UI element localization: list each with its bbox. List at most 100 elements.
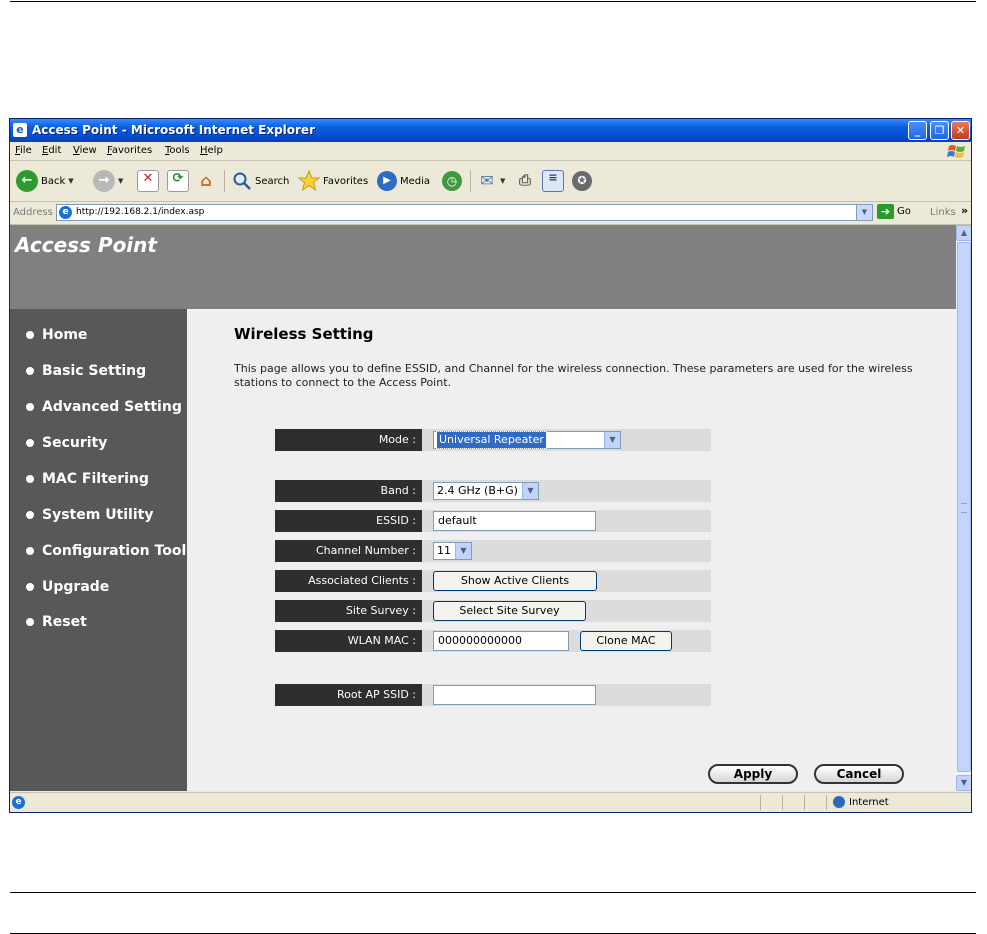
scroll-down-icon[interactable]: ▼	[956, 775, 971, 791]
channel-select[interactable]: 11 ▼	[433, 542, 472, 560]
search-icon	[233, 172, 251, 190]
minimize-button[interactable]: _	[908, 121, 927, 140]
band-select[interactable]: 2.4 GHz (B+G) ▼	[433, 482, 539, 500]
menu-help[interactable]: Help	[200, 145, 223, 156]
title-bar[interactable]: e Access Point - Microsoft Internet Expl…	[10, 119, 971, 142]
toolbar-separator	[224, 170, 225, 192]
band-value: 2.4 GHz (B+G)	[437, 484, 518, 497]
globe-icon	[833, 796, 845, 808]
back-button[interactable]: ← Back ▼	[16, 169, 74, 193]
sidebar-item-mac-filtering[interactable]: MAC Filtering	[26, 471, 149, 487]
root-ap-ssid-label: Root AP SSID :	[275, 684, 422, 706]
status-bar: e Internet	[10, 792, 971, 812]
show-active-clients-button[interactable]: Show Active Clients	[433, 571, 597, 591]
mode-row: Mode : Universal Repeater ▼	[275, 429, 711, 451]
forward-dropdown-icon[interactable]: ▼	[118, 177, 123, 185]
history-button[interactable]: ◷	[442, 169, 462, 193]
mode-value: Universal Repeater	[436, 431, 547, 449]
bullet-icon	[26, 547, 34, 555]
links-label[interactable]: Links	[930, 207, 956, 218]
bullet-icon	[26, 403, 34, 411]
menu-edit[interactable]: Edit	[42, 145, 61, 156]
essid-input[interactable]: default	[433, 511, 596, 531]
page-viewport: Access Point Home Basic Setting Advanced…	[10, 225, 956, 791]
chevron-down-icon[interactable]: ▼	[522, 483, 538, 499]
brand-title: Access Point	[15, 233, 157, 257]
edit-button[interactable]: ≡	[542, 169, 564, 193]
links-chevron-icon[interactable]: »	[961, 204, 968, 217]
sidebar-item-label: System Utility	[42, 507, 154, 523]
sidebar-item-reset[interactable]: Reset	[26, 614, 87, 630]
edit-page-icon: ≡	[542, 170, 564, 192]
back-dropdown-icon[interactable]: ▼	[68, 177, 73, 185]
wlan-mac-input[interactable]: 000000000000	[433, 631, 569, 651]
sidebar-item-label: Advanced Setting	[42, 399, 182, 415]
address-bar: Address e http://192.168.2.1/index.asp ▼…	[10, 202, 971, 225]
menu-tools[interactable]: Tools	[165, 145, 190, 156]
stop-button[interactable]: ✕	[137, 169, 159, 193]
sidebar-item-advanced-setting[interactable]: Advanced Setting	[26, 399, 182, 415]
stop-icon: ✕	[137, 170, 159, 192]
sidebar-item-basic-setting[interactable]: Basic Setting	[26, 363, 146, 379]
select-site-survey-button[interactable]: Select Site Survey	[433, 601, 586, 621]
media-label: Media	[400, 175, 431, 187]
root-ap-ssid-input[interactable]	[433, 685, 596, 705]
cancel-button[interactable]: Cancel	[814, 764, 904, 784]
page-top-rule	[10, 1, 976, 2]
root-ap-ssid-row: Root AP SSID :	[275, 684, 711, 706]
history-icon: ◷	[442, 171, 462, 191]
sidebar-item-label: Basic Setting	[42, 363, 147, 379]
window-title: Access Point - Microsoft Internet Explor…	[32, 123, 315, 137]
sidebar-item-label: Upgrade	[42, 579, 110, 595]
address-input[interactable]: e http://192.168.2.1/index.asp ▼	[56, 204, 873, 221]
browser-window: e Access Point - Microsoft Internet Expl…	[9, 118, 972, 813]
band-row: Band : 2.4 GHz (B+G) ▼	[275, 480, 711, 502]
print-button[interactable]: ⎙	[515, 169, 535, 193]
sidebar-item-configuration-tool[interactable]: Configuration Tool	[26, 543, 186, 559]
wlan-mac-row: WLAN MAC : 000000000000 Clone MAC	[275, 630, 711, 652]
vertical-scrollbar[interactable]: ▲ ▼	[956, 225, 971, 791]
media-icon: ▶	[377, 171, 397, 191]
favorites-button[interactable]: Favorites	[298, 169, 368, 193]
page-icon: e	[59, 206, 72, 219]
mode-select[interactable]: Universal Repeater ▼	[433, 431, 621, 449]
mail-button[interactable]: ✉ ▼	[477, 169, 505, 193]
search-button[interactable]: Search	[232, 169, 289, 193]
sidebar-item-security[interactable]: Security	[26, 435, 107, 451]
close-button[interactable]: ✕	[951, 121, 970, 140]
site-survey-row: Site Survey : Select Site Survey	[275, 600, 711, 622]
maximize-button[interactable]: ❐	[930, 121, 949, 140]
clone-mac-button[interactable]: Clone MAC	[580, 631, 672, 651]
main-content: Wireless Setting This page allows you to…	[187, 309, 956, 791]
status-divider	[826, 795, 827, 810]
forward-button[interactable]: → ▼	[93, 169, 123, 193]
scroll-up-icon[interactable]: ▲	[956, 225, 971, 241]
menu-favorites[interactable]: Favorites	[107, 145, 152, 156]
sidebar-item-label: Home	[42, 327, 88, 343]
print-icon: ⎙	[518, 171, 531, 189]
sidebar-item-system-utility[interactable]: System Utility	[26, 507, 153, 523]
sidebar-item-label: Reset	[42, 614, 87, 630]
sidebar-item-home[interactable]: Home	[26, 327, 87, 343]
favorites-label: Favorites	[323, 175, 369, 187]
sidebar-item-upgrade[interactable]: Upgrade	[26, 579, 109, 595]
scroll-thumb[interactable]	[957, 242, 971, 772]
home-button[interactable]: ⌂	[196, 169, 216, 193]
mail-dropdown-icon[interactable]: ▼	[500, 177, 505, 185]
page-description: This page allows you to define ESSID, an…	[234, 362, 913, 389]
address-dropdown-icon[interactable]: ▼	[856, 205, 872, 220]
messenger-button[interactable]: ✪	[572, 169, 592, 193]
refresh-button[interactable]: ⟳	[167, 169, 189, 193]
chevron-down-icon[interactable]: ▼	[455, 543, 471, 559]
chevron-down-icon[interactable]: ▼	[604, 432, 620, 448]
go-button[interactable]: ➔ Go	[877, 204, 911, 219]
status-divider	[782, 795, 783, 810]
sidebar: Home Basic Setting Advanced Setting Secu…	[10, 309, 187, 791]
page-title: Wireless Setting	[234, 325, 374, 343]
menu-view[interactable]: View	[73, 145, 97, 156]
page-bottom-rule-1	[10, 892, 976, 893]
back-label: Back	[41, 175, 66, 187]
media-button[interactable]: ▶ Media	[377, 169, 430, 193]
menu-file[interactable]: File	[15, 145, 32, 156]
apply-button[interactable]: Apply	[708, 764, 798, 784]
